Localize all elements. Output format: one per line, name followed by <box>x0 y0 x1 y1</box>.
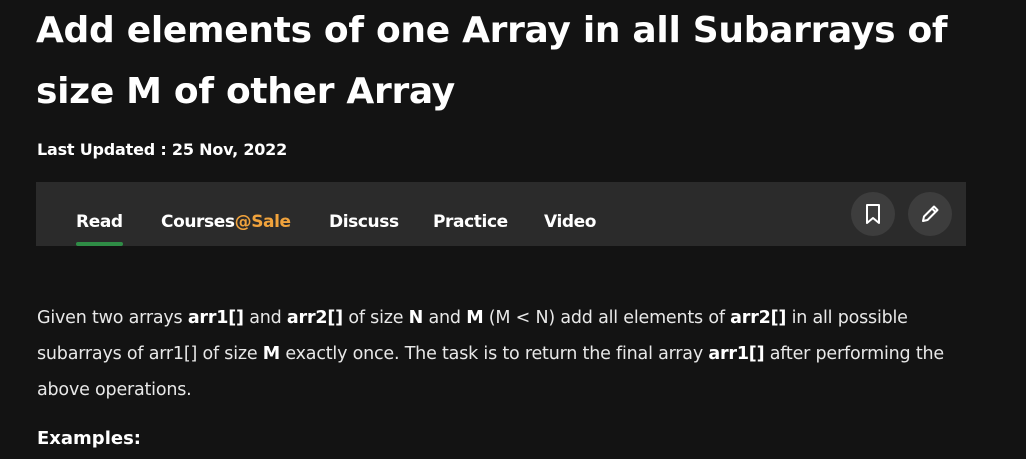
arr1-label: arr1[] <box>187 308 244 328</box>
arr2-label: arr2[] <box>286 308 343 328</box>
tab-practice[interactable]: Practice <box>433 182 508 246</box>
tab-practice-label: Practice <box>433 212 508 232</box>
text: and <box>423 308 467 328</box>
tab-read-label: Read <box>76 212 123 232</box>
arr1-label: arr1[] <box>708 344 765 364</box>
bookmark-button[interactable] <box>851 192 895 236</box>
tab-read[interactable]: Read <box>76 182 123 246</box>
article-title: Add elements of one Array in all Subarra… <box>36 10 948 112</box>
text: of size <box>342 308 409 328</box>
tab-courses-sale: @Sale <box>234 212 291 232</box>
text: Given two arrays <box>37 308 188 328</box>
n-label: N <box>408 308 424 328</box>
last-updated: Last Updated : 25 Nov, 2022 <box>37 140 288 159</box>
problem-statement: Given two arrays arr1[] and arr2[] of si… <box>37 300 967 408</box>
bookmark-icon <box>866 204 880 224</box>
tab-video-label: Video <box>544 212 597 232</box>
text: and <box>243 308 287 328</box>
article-tabbar: Read Courses@Sale Discuss Practice Video <box>36 182 966 246</box>
active-tab-indicator <box>76 242 123 246</box>
tab-courses[interactable]: Courses@Sale <box>161 182 291 246</box>
tab-discuss-label: Discuss <box>329 212 399 232</box>
text: (M < N) add all elements of <box>483 308 731 328</box>
m-label: M <box>466 308 484 328</box>
pencil-icon <box>922 205 939 222</box>
text: exactly once. The task is to return the … <box>280 344 709 364</box>
tab-video[interactable]: Video <box>544 182 596 246</box>
edit-button[interactable] <box>908 192 952 236</box>
examples-heading: Examples: <box>37 428 141 449</box>
tab-courses-label: Courses <box>161 212 235 232</box>
tab-discuss[interactable]: Discuss <box>329 182 399 246</box>
m-label: M <box>262 344 281 364</box>
arr2-label: arr2[] <box>730 308 787 328</box>
